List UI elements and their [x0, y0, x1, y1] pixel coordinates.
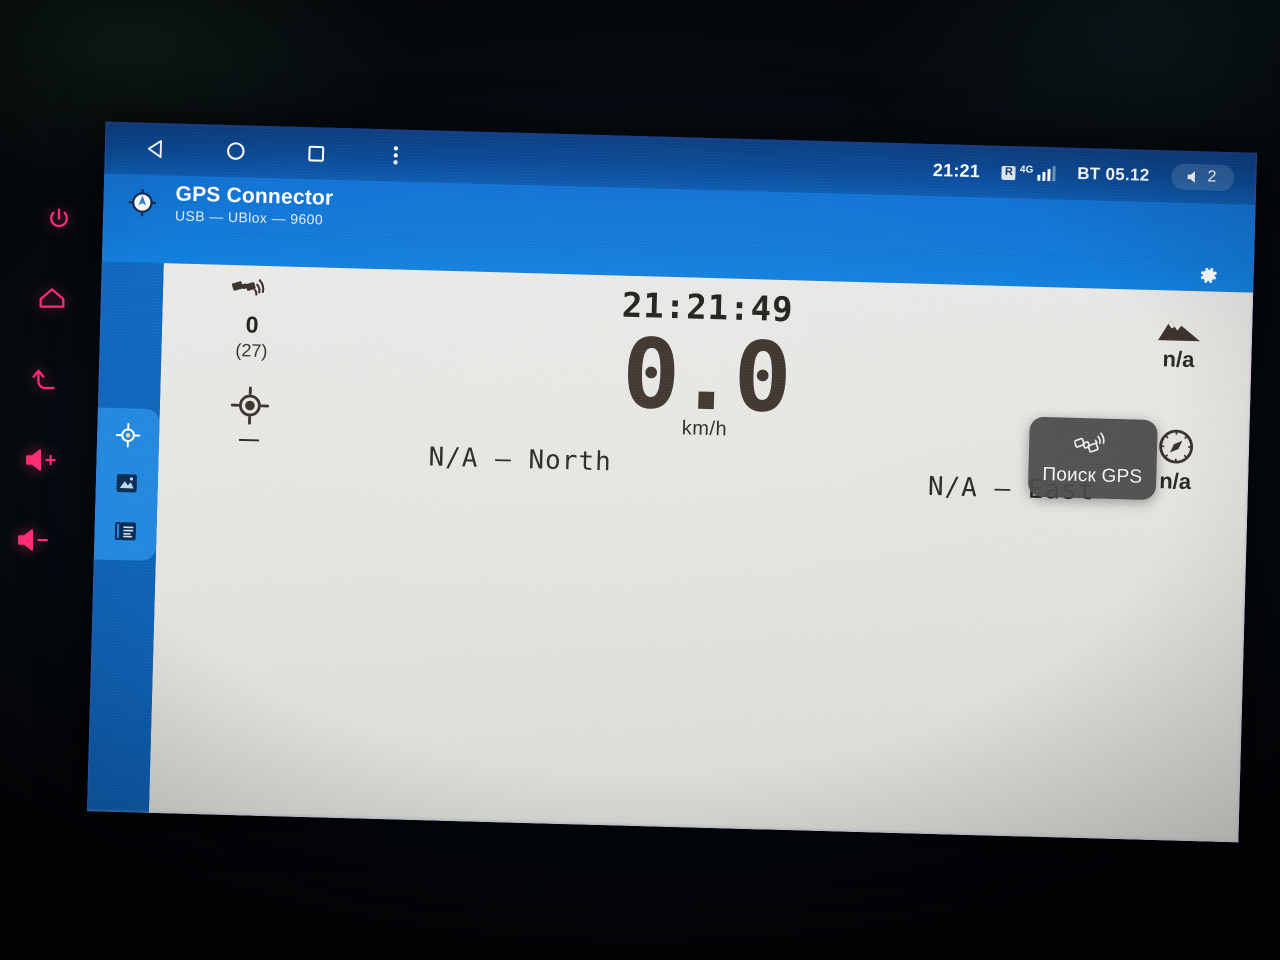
home-icon[interactable]: [38, 286, 66, 310]
speed-value: 0.0: [620, 317, 792, 435]
altitude-status: n/a: [1141, 314, 1216, 372]
back-arrow-icon[interactable]: [32, 368, 60, 394]
nav-overflow-icon[interactable]: [382, 142, 409, 169]
gear-icon[interactable]: [1197, 264, 1220, 287]
compass-app-icon: [127, 187, 158, 218]
connection-subtitle: USB — UBlox — 9600: [174, 207, 324, 228]
fix-value: —: [238, 428, 260, 451]
satellite-icon: [230, 271, 275, 312]
status-indicators: 21:21 R 4G BT 05.12 2: [932, 157, 1235, 192]
volume-indicator[interactable]: 2: [1171, 163, 1235, 192]
network-gen-label: 4G: [1019, 164, 1034, 176]
latitude-readout: N/A — North: [428, 442, 613, 478]
nav-back-icon[interactable]: [142, 136, 169, 163]
status-clock: 21:21: [932, 159, 981, 181]
screen: 21:21 R 4G BT 05.12 2 GPS Connector USB …: [86, 121, 1258, 843]
altitude-value: n/a: [1162, 346, 1195, 373]
sidebar-item-gps-location[interactable]: [115, 422, 142, 449]
app-title-group: GPS Connector USB — UBlox — 9600: [175, 183, 334, 228]
head-unit-display: 21:21 R 4G BT 05.12 2 GPS Connector USB …: [86, 121, 1258, 843]
compass-icon: [1156, 426, 1197, 467]
bluetooth-label: BT 05.12: [1077, 163, 1150, 185]
signal-bars-icon: [1037, 165, 1056, 182]
navigation-buttons: [142, 136, 409, 169]
roaming-badge: R: [1001, 166, 1017, 181]
sidebar-item-skyview[interactable]: [113, 470, 140, 497]
gps-dashboard-panel: 0 (27) — 21:21:49 0.0 km/h N/A — North N…: [148, 263, 1254, 843]
nav-recents-icon[interactable]: [302, 140, 329, 167]
volume-level: 2: [1207, 168, 1217, 186]
nav-home-icon[interactable]: [222, 138, 249, 165]
speaker-icon: [1187, 171, 1196, 183]
satellite-status: 0 (27): [213, 271, 291, 361]
hardware-button-strip: [14, 190, 106, 590]
volume-down-icon[interactable]: [16, 528, 50, 552]
sidebar-item-nmea-log[interactable]: [112, 518, 139, 545]
mountain-icon: [1156, 314, 1203, 343]
satellite-search-icon: [1073, 430, 1113, 461]
speed-cluster: 21:21:49 0.0 km/h: [474, 282, 938, 448]
gps-search-toast: Поиск GPS: [1027, 416, 1158, 501]
satellites-used: 0: [245, 311, 259, 338]
crosshair-target-icon: [229, 385, 270, 426]
volume-up-icon[interactable]: [24, 448, 58, 472]
network-indicator: R 4G: [1001, 164, 1056, 182]
fix-status: —: [211, 385, 289, 451]
satellites-in-view: (27): [235, 340, 268, 362]
page-title: GPS Connector: [175, 182, 334, 211]
power-icon[interactable]: [46, 206, 72, 232]
toast-message: Поиск GPS: [1042, 464, 1143, 488]
